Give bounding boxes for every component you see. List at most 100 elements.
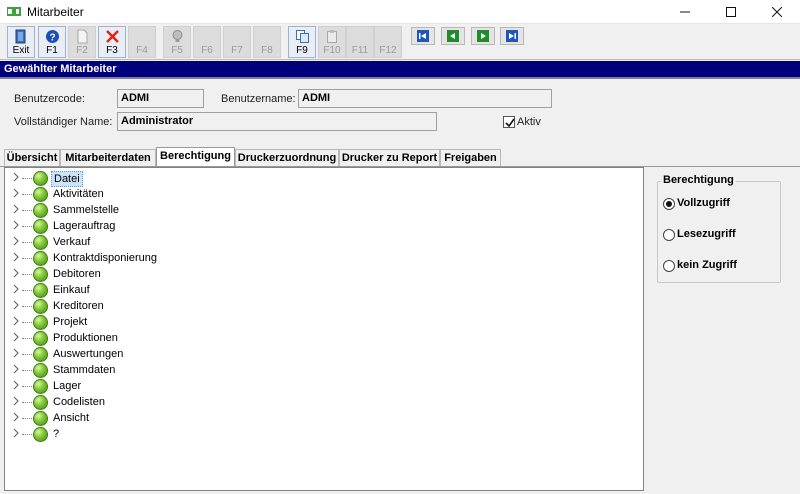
minimize-icon [680,11,690,13]
fullname-field[interactable]: Administrator [117,112,437,131]
chevron-right-icon[interactable] [12,332,20,342]
delete-button[interactable]: F3 [98,26,126,58]
previous-record-button[interactable] [441,27,465,45]
radio-lesezugriff[interactable]: Lesezugriff [663,228,773,242]
chevron-right-icon[interactable] [12,236,20,246]
username-field[interactable]: ADMI [298,89,552,108]
tree-item-datei[interactable]: Datei [5,170,605,187]
tab-freigaben[interactable]: Freigaben [440,149,501,167]
tree-item-sammelstelle[interactable]: Sammelstelle [5,202,605,218]
status-green-icon [33,427,48,442]
status-green-icon [33,267,48,282]
chevron-right-icon[interactable] [12,380,20,390]
status-green-icon [33,411,48,426]
tree-item-projekt[interactable]: Projekt [5,314,605,330]
tree-item-help[interactable]: ? [5,426,605,442]
toolbar: Exit ? F1 F2 F3 F4 F5 F6 F7 F8 F9 F10 F1… [0,24,800,60]
tab-druckerzuordnung[interactable]: Druckerzuordnung [235,149,339,167]
tree-item-kreditoren[interactable]: Kreditoren [5,298,605,314]
paste-button[interactable]: F10 [318,26,346,58]
tree-item-stammdaten[interactable]: Stammdaten [5,362,605,378]
tab-uebersicht[interactable]: Übersicht [4,149,60,167]
tab-mitarbeiterdaten[interactable]: Mitarbeiterdaten [60,149,156,167]
permission-tree[interactable]: Datei Aktivitäten Sammelstelle Lagerauft… [4,167,644,491]
tree-item-aktivitaeten[interactable]: Aktivitäten [5,186,605,202]
radio-button[interactable] [663,260,675,272]
window-title: Mitarbeiter [27,5,84,19]
active-checkbox[interactable] [503,116,515,128]
chevron-right-icon[interactable] [12,172,20,182]
status-green-icon [33,235,48,250]
chevron-right-icon[interactable] [12,252,20,262]
tree-item-einkauf[interactable]: Einkauf [5,282,605,298]
f12-button[interactable]: F12 [374,26,402,58]
radio-kein-zugriff[interactable]: kein Zugriff [663,259,773,273]
status-green-icon [33,187,48,202]
chevron-right-icon[interactable] [12,204,20,214]
tree-item-verkauf[interactable]: Verkauf [5,234,605,250]
paste-icon [327,30,337,43]
chevron-right-icon[interactable] [12,364,20,374]
checkmark-icon [505,118,515,128]
tree-item-lagerauftrag[interactable]: Lagerauftrag [5,218,605,234]
tree-item-label: Aktivitäten [53,188,104,200]
maximize-button[interactable] [708,0,754,24]
status-green-icon [33,363,48,378]
usercode-field[interactable]: ADMI [117,89,204,108]
f7-button[interactable]: F7 [223,26,251,58]
tree-item-label: Lagerauftrag [53,220,116,232]
help-button[interactable]: ? F1 [38,26,66,58]
chevron-right-icon[interactable] [12,348,20,358]
status-green-icon [33,283,48,298]
copy-button[interactable]: F9 [288,26,316,58]
tab-berechtigung[interactable]: Berechtigung [156,147,235,167]
status-green-icon [33,219,48,234]
minimize-button[interactable] [662,0,708,24]
title-bar: Mitarbeiter [0,0,800,24]
exit-button[interactable]: Exit [7,26,35,58]
chevron-right-icon[interactable] [12,396,20,406]
tree-item-lager[interactable]: Lager [5,378,605,394]
f8-button[interactable]: F8 [253,26,281,58]
f6-button[interactable]: F6 [193,26,221,58]
chevron-right-icon[interactable] [12,316,20,326]
chevron-right-icon[interactable] [12,268,20,278]
chevron-right-icon[interactable] [12,428,20,438]
tree-item-label: Lager [53,380,82,392]
radio-label: Vollzugriff [677,197,730,209]
f11-button[interactable]: F11 [346,26,374,58]
chevron-right-icon[interactable] [12,412,20,422]
radio-button[interactable] [663,198,675,210]
tree-item-auswertungen[interactable]: Auswertungen [5,346,605,362]
tree-item-debitoren[interactable]: Debitoren [5,266,605,282]
chevron-right-icon[interactable] [12,284,20,294]
status-green-icon [33,347,48,362]
new-button[interactable]: F2 [68,26,96,58]
section-divider [0,77,800,79]
tree-item-label: Sammelstelle [53,204,120,216]
next-record-icon [477,30,489,42]
bulb-icon [172,30,183,42]
status-green-icon [33,203,48,218]
status-green-icon [33,395,48,410]
tab-drucker-zu-report[interactable]: Drucker zu Report [339,149,440,167]
f5-button[interactable]: F5 [163,26,191,58]
tree-item-ansicht[interactable]: Ansicht [5,410,605,426]
tree-item-produktionen[interactable]: Produktionen [5,330,605,346]
status-green-icon [33,251,48,266]
last-record-button[interactable] [500,27,524,45]
tree-item-codelisten[interactable]: Codelisten [5,394,605,410]
close-button[interactable] [754,0,800,24]
first-record-button[interactable] [411,27,435,45]
next-record-button[interactable] [471,27,495,45]
chevron-right-icon[interactable] [12,300,20,310]
chevron-right-icon[interactable] [12,188,20,198]
last-record-icon [506,30,518,42]
radio-button[interactable] [663,229,675,241]
tree-item-kontraktdisponierung[interactable]: Kontraktdisponierung [5,250,605,266]
f4-button[interactable]: F4 [128,26,156,58]
chevron-right-icon[interactable] [12,220,20,230]
copy-icon [296,30,309,43]
username-label: Benutzername: [221,93,296,105]
radio-vollzugriff[interactable]: Vollzugriff [663,197,773,211]
